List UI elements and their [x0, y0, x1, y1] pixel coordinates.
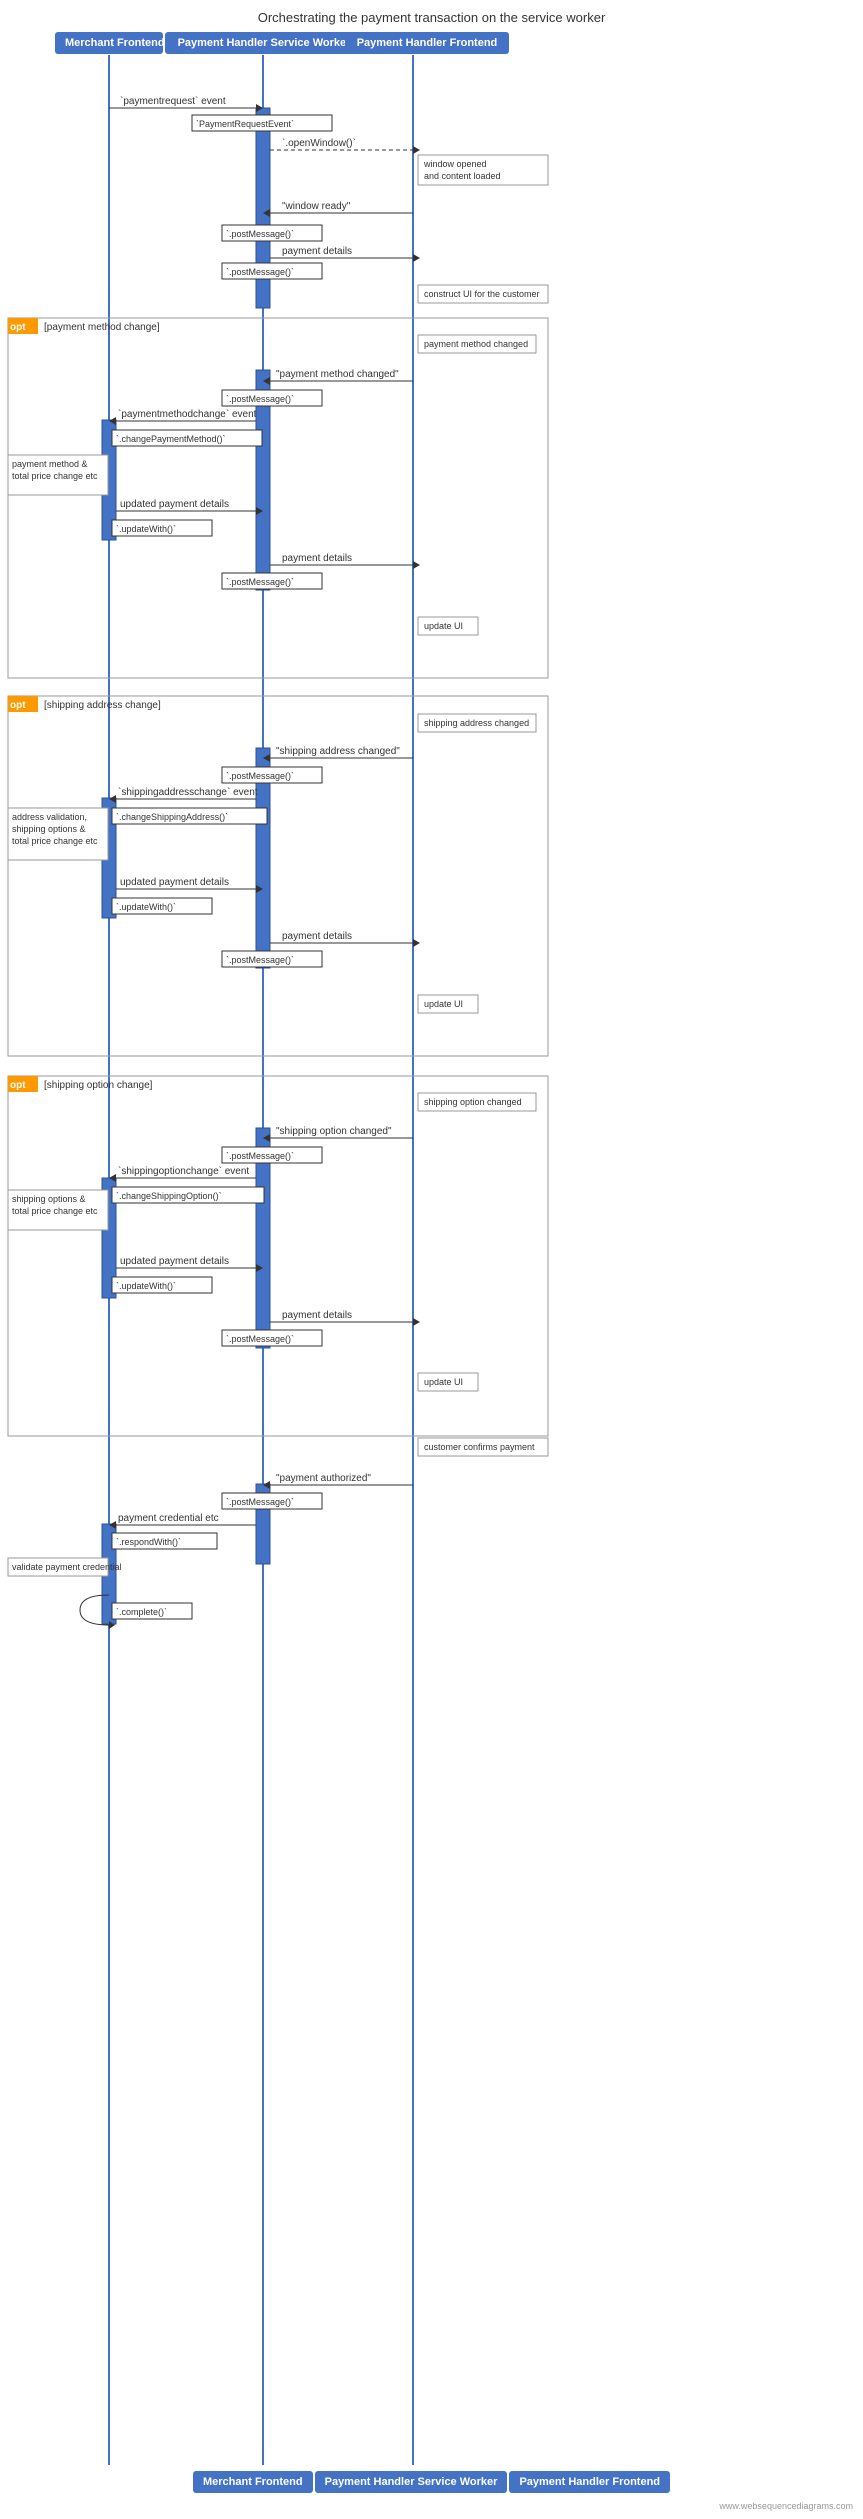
svg-text:`.postMessage()`: `.postMessage()`: [226, 577, 294, 587]
header-merchant: Merchant Frontend: [55, 32, 163, 54]
svg-text:payment method &: payment method &: [12, 459, 88, 469]
svg-text:`.postMessage()`: `.postMessage()`: [226, 771, 294, 781]
svg-text:total price change etc: total price change etc: [12, 1206, 98, 1216]
svg-text:payment method changed: payment method changed: [424, 339, 528, 349]
svg-text:`paymentrequest` event: `paymentrequest` event: [120, 95, 226, 107]
svg-text:`shippingoptionchange` event: `shippingoptionchange` event: [118, 1165, 249, 1177]
svg-text:payment details: payment details: [282, 931, 352, 942]
svg-text:updated payment details: updated payment details: [120, 1256, 229, 1267]
svg-text:`.postMessage()`: `.postMessage()`: [226, 229, 294, 239]
svg-text:"payment method changed": "payment method changed": [276, 369, 399, 380]
svg-text:`.postMessage()`: `.postMessage()`: [226, 394, 294, 404]
svg-text:updated payment details: updated payment details: [120, 499, 229, 510]
svg-text:payment credential etc: payment credential etc: [118, 1513, 219, 1524]
svg-text:`.complete()`: `.complete()`: [116, 1607, 167, 1617]
svg-text:`shippingaddresschange` event: `shippingaddresschange` event: [118, 786, 258, 798]
svg-text:"shipping option changed": "shipping option changed": [276, 1126, 392, 1137]
svg-text:"window ready": "window ready": [282, 201, 351, 212]
svg-text:opt: opt: [10, 700, 26, 711]
svg-text:payment details: payment details: [282, 1310, 352, 1321]
svg-text:opt: opt: [10, 322, 26, 333]
svg-text:construct UI for the customer: construct UI for the customer: [424, 289, 540, 299]
svg-text:window opened: window opened: [423, 159, 487, 169]
diagram-svg: opt [payment method change] opt [shippin…: [0, 0, 863, 2519]
svg-text:updated payment details: updated payment details: [120, 877, 229, 888]
watermark: www.websequencediagrams.com: [719, 2501, 853, 2511]
svg-text:shipping options &: shipping options &: [12, 1194, 86, 1204]
footer-service-worker: Payment Handler Service Worker: [315, 2471, 508, 2493]
header-service-worker: Payment Handler Service Worker: [165, 32, 363, 54]
svg-text:[shipping address change]: [shipping address change]: [44, 700, 161, 711]
svg-text:opt: opt: [10, 1080, 26, 1091]
svg-text:shipping option changed: shipping option changed: [424, 1097, 522, 1107]
svg-text:validate payment credential: validate payment credential: [12, 1562, 122, 1572]
footer: Merchant Frontend Payment Handler Servic…: [0, 2471, 863, 2493]
svg-text:`.changePaymentMethod()`: `.changePaymentMethod()`: [116, 434, 226, 444]
svg-text:`.postMessage()`: `.postMessage()`: [226, 955, 294, 965]
svg-text:`.postMessage()`: `.postMessage()`: [226, 1497, 294, 1507]
diagram-title: Orchestrating the payment transaction on…: [0, 0, 863, 31]
diagram-container: Orchestrating the payment transaction on…: [0, 0, 863, 2519]
svg-text:"shipping address changed": "shipping address changed": [276, 746, 400, 757]
svg-text:`.openWindow()`: `.openWindow()`: [282, 137, 356, 149]
header-handler: Payment Handler Frontend: [345, 32, 509, 54]
svg-text:`.respondWith()`: `.respondWith()`: [116, 1537, 181, 1547]
svg-text:customer confirms payment: customer confirms payment: [424, 1442, 535, 1452]
svg-text:`.postMessage()`: `.postMessage()`: [226, 1334, 294, 1344]
svg-text:total price change etc: total price change etc: [12, 471, 98, 481]
svg-text:update UI: update UI: [424, 621, 463, 631]
svg-text:shipping options &: shipping options &: [12, 824, 86, 834]
svg-text:`.updateWith()`: `.updateWith()`: [116, 1281, 176, 1291]
svg-text:address validation,: address validation,: [12, 812, 87, 822]
svg-text:[payment method change]: [payment method change]: [44, 322, 160, 333]
svg-text:update UI: update UI: [424, 1377, 463, 1387]
svg-text:`.postMessage()`: `.postMessage()`: [226, 267, 294, 277]
svg-text:[shipping option change]: [shipping option change]: [44, 1080, 153, 1091]
svg-text:update UI: update UI: [424, 999, 463, 1009]
svg-text:shipping address changed: shipping address changed: [424, 718, 529, 728]
svg-text:payment details: payment details: [282, 553, 352, 564]
svg-text:`PaymentRequestEvent`: `PaymentRequestEvent`: [196, 119, 294, 129]
svg-text:payment details: payment details: [282, 246, 352, 257]
svg-text:`.changeShippingAddress()`: `.changeShippingAddress()`: [116, 812, 228, 822]
svg-text:`paymentmethodchange` event: `paymentmethodchange` event: [118, 408, 257, 420]
svg-text:and content loaded: and content loaded: [424, 171, 501, 181]
svg-text:`.postMessage()`: `.postMessage()`: [226, 1151, 294, 1161]
svg-text:`.changeShippingOption()`: `.changeShippingOption()`: [116, 1191, 222, 1201]
svg-text:`.updateWith()`: `.updateWith()`: [116, 524, 176, 534]
footer-handler: Payment Handler Frontend: [509, 2471, 670, 2493]
svg-text:"payment authorized": "payment authorized": [276, 1473, 371, 1484]
svg-text:`.updateWith()`: `.updateWith()`: [116, 902, 176, 912]
svg-text:total price change etc: total price change etc: [12, 836, 98, 846]
footer-merchant: Merchant Frontend: [193, 2471, 313, 2493]
